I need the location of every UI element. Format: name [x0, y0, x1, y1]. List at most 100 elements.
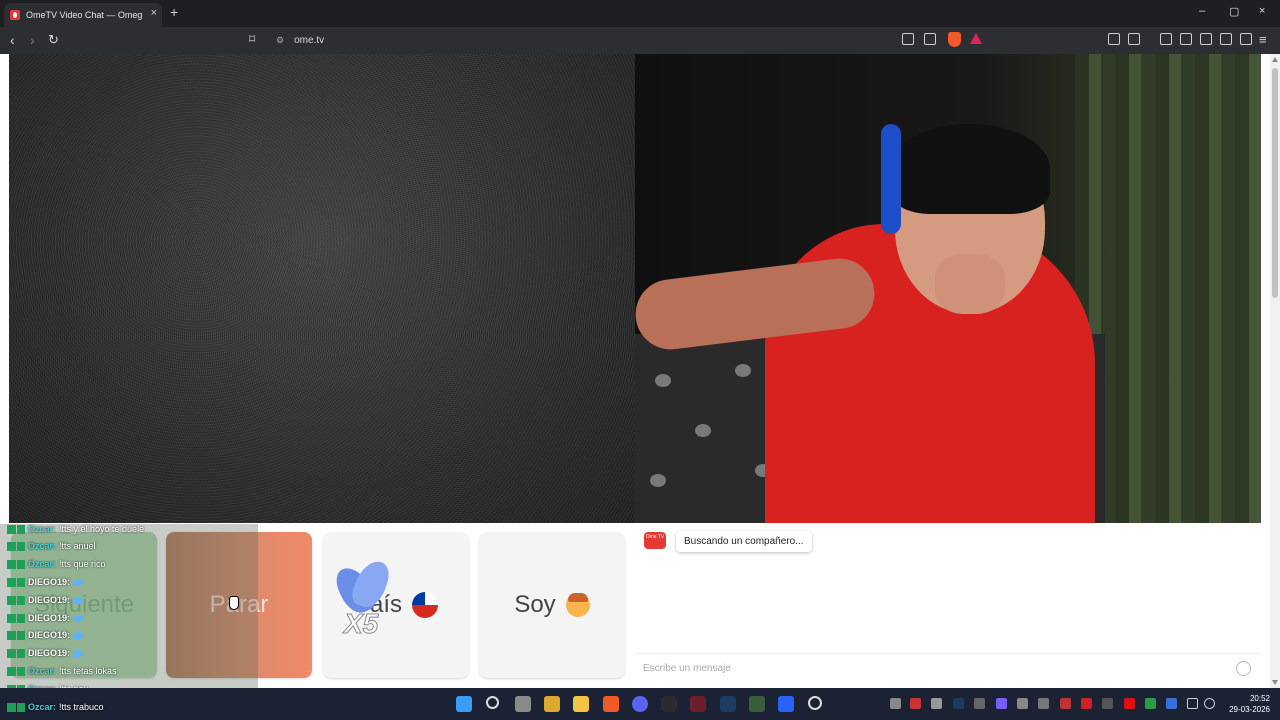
chat-line: DIEGO19: [7, 577, 84, 587]
tray-app-icon[interactable] [974, 698, 985, 709]
dove-emote-icon [73, 578, 84, 586]
brave-rewards-icon[interactable] [970, 33, 982, 44]
tray-mic-icon[interactable] [1166, 698, 1177, 709]
valorant-icon[interactable] [690, 696, 706, 712]
new-tab-button[interactable]: + [170, 4, 178, 20]
volume-icon[interactable] [1204, 698, 1215, 709]
hand-cursor-icon [229, 596, 239, 610]
tab-title: OmeTV Video Chat — Omeg [26, 10, 143, 20]
address-url: ome.tv [294, 35, 325, 46]
gender-button[interactable]: Soy [479, 532, 625, 678]
discord-icon[interactable] [632, 696, 648, 712]
dove-emote-icon [73, 649, 84, 657]
partner-video-static [9, 54, 635, 523]
browser-titlebar: OmeTV Video Chat — Omeg × + – ▢ × [0, 0, 1280, 27]
person-hair [890, 124, 1050, 214]
tray-app-icon[interactable] [1081, 698, 1092, 709]
clock-time: 20:52 [1249, 694, 1270, 703]
dove-emote-icon [73, 631, 84, 639]
task-view-icon[interactable] [515, 696, 531, 712]
network-icon[interactable] [1187, 698, 1198, 709]
windows-start-icon[interactable] [456, 696, 472, 712]
scroll-down-icon[interactable] [1272, 680, 1278, 685]
reload-icon[interactable]: ↻ [48, 32, 59, 48]
site-settings-icon[interactable]: ⚙ [276, 35, 284, 46]
paw-print [735, 364, 751, 377]
status-message: Buscando un compañero... [676, 531, 812, 552]
chat-line: DIEGO19: [7, 648, 84, 658]
tray-app-icon[interactable] [910, 698, 921, 709]
tray-app-icon[interactable] [1038, 698, 1049, 709]
maximize-button[interactable]: ▢ [1229, 5, 1239, 18]
scrollbar-thumb[interactable] [1272, 68, 1278, 298]
paw-print [650, 474, 666, 487]
extensions-icon[interactable] [1108, 33, 1120, 45]
tray-steam-icon[interactable] [953, 698, 964, 709]
chat-line: DIEGO19: [7, 595, 84, 605]
tray-overflow-icon[interactable] [890, 698, 901, 709]
ometv-favicon-icon [10, 10, 20, 20]
app-icon[interactable] [749, 696, 765, 712]
clock-date: 29-03-2026 [1229, 705, 1270, 714]
chat-line: Ozcar: !tts que rico [7, 559, 106, 569]
tray-app-icon[interactable] [1124, 698, 1135, 709]
gift-multiplier: X5 [343, 608, 379, 640]
subscriber-badge-icon [7, 577, 25, 587]
share-icon[interactable] [924, 33, 936, 45]
tray-app-icon[interactable] [1145, 698, 1156, 709]
subscriber-badge-icon [7, 559, 25, 569]
menu-icon[interactable]: ≡ [1259, 32, 1267, 47]
page-scrollbar[interactable] [1270, 54, 1280, 688]
app-icon[interactable] [808, 696, 822, 710]
file-explorer-icon[interactable] [573, 696, 589, 712]
tray-app-icon[interactable] [931, 698, 942, 709]
subscriber-badge-icon [7, 666, 25, 676]
sidebar-icon[interactable] [1180, 33, 1192, 45]
brave-browser-icon[interactable] [603, 696, 619, 712]
tray-app-icon[interactable] [1060, 698, 1071, 709]
bookmark-icon[interactable]: ⌑ [249, 32, 255, 46]
tray-app-icon[interactable] [996, 698, 1007, 709]
dove-emote-icon [73, 614, 84, 622]
chat-line: Ozcar: !tts anuel [7, 541, 96, 551]
steam-icon[interactable] [720, 696, 736, 712]
paw-print [655, 374, 671, 387]
tab-close-icon[interactable]: × [151, 7, 157, 19]
close-window-button[interactable]: × [1259, 5, 1265, 17]
paw-print [695, 424, 711, 437]
taskbar-clock[interactable]: 20:52 29-03-2026 [1222, 693, 1270, 715]
chat-line: Ozcar: !tts tetas lokas [7, 666, 117, 676]
browser-tab[interactable]: OmeTV Video Chat — Omeg × [4, 3, 162, 27]
address-bar[interactable]: ⚙ ome.tv [268, 30, 992, 51]
forward-icon[interactable]: › [30, 32, 35, 48]
media-icon[interactable] [1160, 33, 1172, 45]
brave-shields-icon[interactable] [948, 32, 961, 47]
chat-line: DIEGO19: [7, 613, 84, 623]
app-icon[interactable] [778, 696, 794, 712]
minimize-button[interactable]: – [1199, 5, 1205, 17]
headphones [881, 124, 901, 234]
wallet-icon[interactable] [1200, 33, 1212, 45]
dove-emote-icon [73, 596, 84, 604]
emoji-icon[interactable] [1236, 661, 1251, 676]
back-icon[interactable]: ‹ [10, 32, 15, 48]
chile-flag-icon [412, 592, 439, 618]
subscriber-badge-icon [7, 630, 25, 640]
browser-toolbar: ‹ › ↻ ⌑ ⚙ ome.tv ≡ [0, 27, 1280, 54]
chat-line: Ozcar: !tts trabuco [7, 702, 104, 712]
store-icon[interactable] [544, 696, 560, 712]
scroll-up-icon[interactable] [1272, 57, 1278, 62]
screenshot-icon[interactable] [1128, 33, 1140, 45]
obs-icon[interactable] [661, 696, 677, 712]
tray-app-icon[interactable] [1102, 698, 1113, 709]
vpn-icon[interactable] [1240, 33, 1252, 45]
subscriber-badge-icon [7, 524, 25, 534]
search-icon[interactable] [486, 696, 499, 709]
leo-ai-icon[interactable] [1220, 33, 1232, 45]
subscriber-badge-icon [7, 595, 25, 605]
windows-taskbar: 20:52 29-03-2026 [0, 688, 1280, 720]
message-input[interactable] [635, 653, 1261, 683]
cast-icon[interactable] [902, 33, 914, 45]
ometv-logo: Ome TV [644, 532, 666, 549]
tray-app-icon[interactable] [1017, 698, 1028, 709]
